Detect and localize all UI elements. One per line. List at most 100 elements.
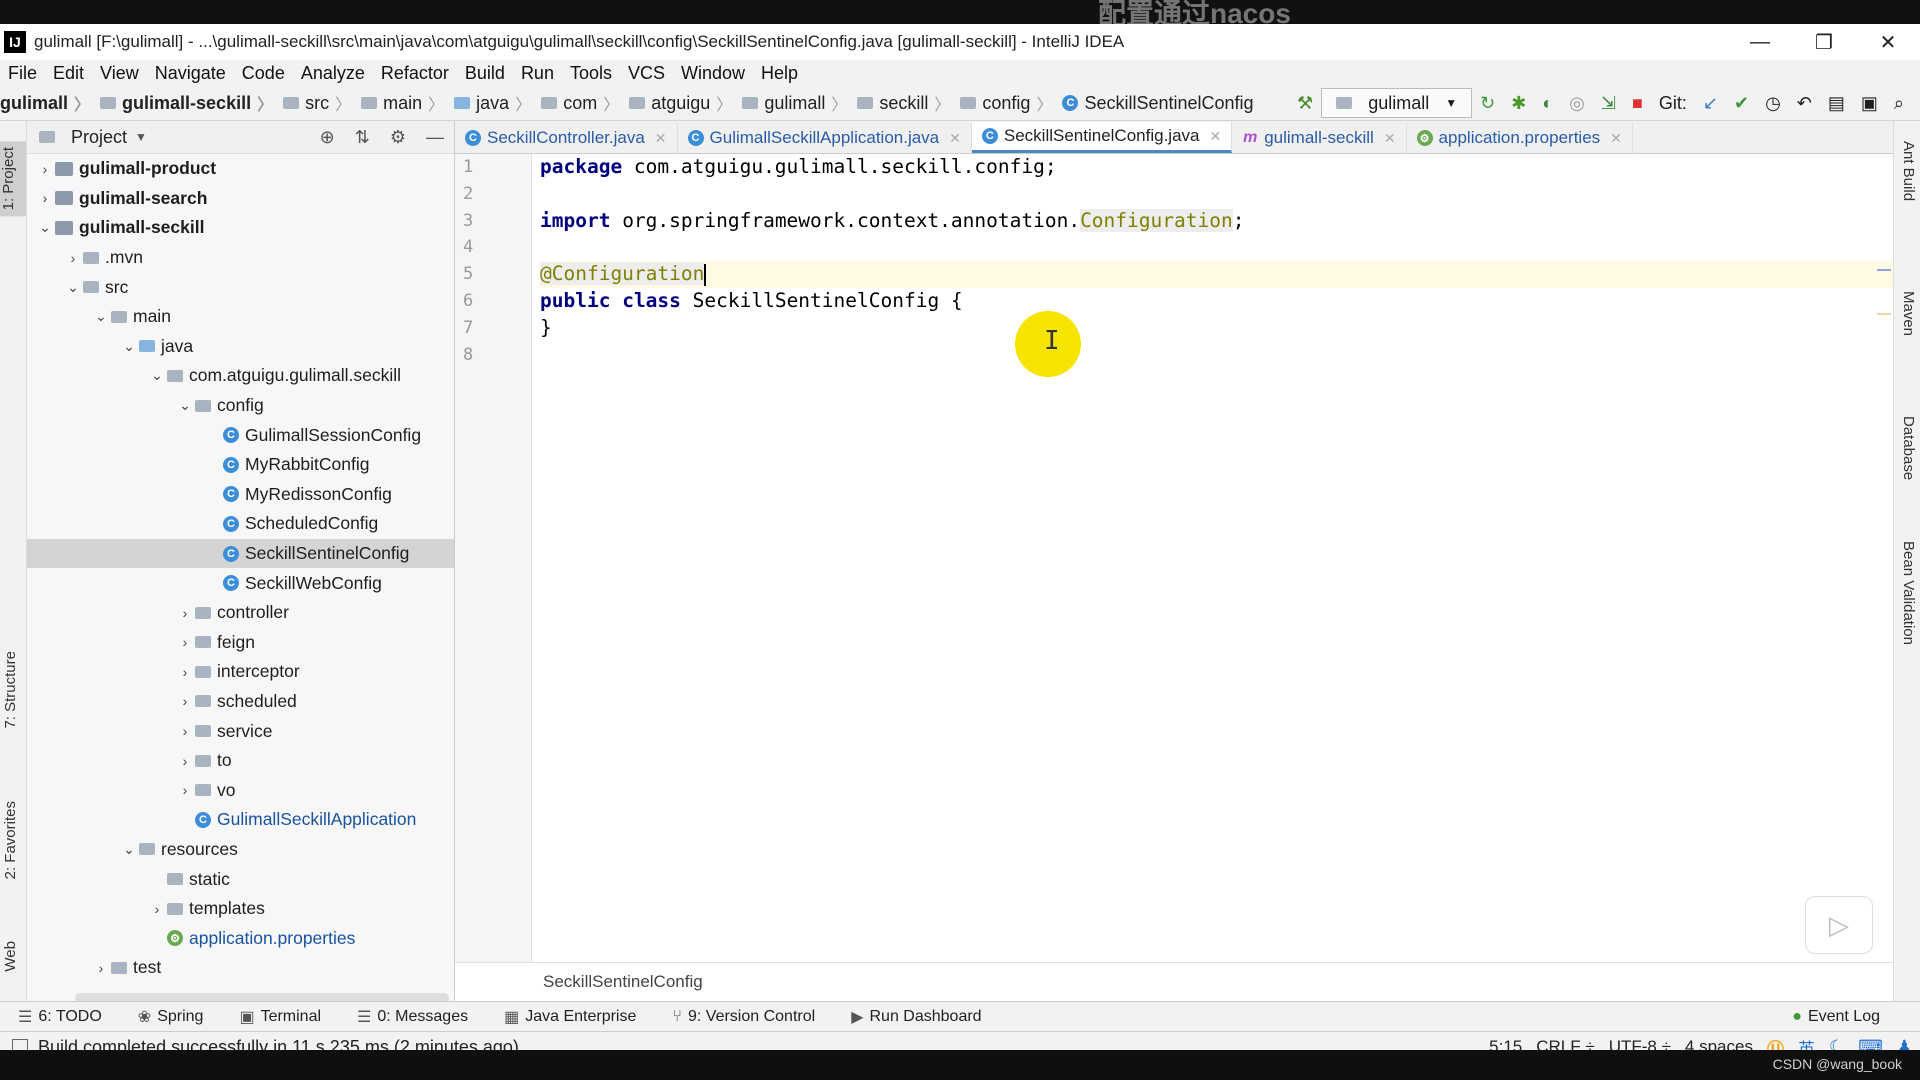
tree-item[interactable]: C MyRabbitConfig bbox=[27, 450, 454, 480]
git-rollback-icon[interactable]: ↶ bbox=[1797, 93, 1812, 114]
locate-icon[interactable]: ⊕ bbox=[320, 127, 335, 148]
tree-item[interactable]: ⌄ java bbox=[27, 332, 454, 362]
chevron-right-icon[interactable]: › bbox=[175, 605, 195, 621]
menu-help[interactable]: Help bbox=[761, 63, 798, 84]
ant-build-tool-tab[interactable]: Ant Build bbox=[1900, 141, 1917, 201]
web-tool-tab[interactable]: Web bbox=[2, 941, 19, 972]
chevron-right-icon[interactable]: › bbox=[175, 634, 195, 650]
breadcrumb-class[interactable]: C SeckillSentinelConfig bbox=[1062, 93, 1254, 114]
editor-tab[interactable]: ⚙ application.properties ✕ bbox=[1407, 123, 1633, 153]
stop-icon[interactable]: ■ bbox=[1632, 93, 1643, 114]
tree-item[interactable]: › test bbox=[27, 953, 454, 983]
menu-navigate[interactable]: Navigate bbox=[155, 63, 226, 84]
project-structure-icon[interactable]: ▤ bbox=[1828, 93, 1845, 114]
hide-panel-icon[interactable]: — bbox=[426, 127, 444, 148]
chevron-down-icon[interactable]: ⌄ bbox=[91, 308, 111, 325]
project-view-select[interactable]: Project bbox=[71, 127, 127, 148]
code-editor[interactable]: package com.atguigu.gulimall.seckill.con… bbox=[540, 154, 1893, 368]
restore-button[interactable]: ❐ bbox=[1792, 24, 1856, 60]
tree-item[interactable]: C ScheduledConfig bbox=[27, 509, 454, 539]
close-tab-icon[interactable]: ✕ bbox=[1610, 130, 1622, 147]
editor-tab[interactable]: C GulimallSeckillApplication.java ✕ bbox=[678, 123, 972, 153]
debug-icon[interactable]: ✱ bbox=[1511, 93, 1526, 114]
tool-window-button[interactable]: ⑂ 9: Version Control bbox=[672, 1008, 815, 1026]
profile-icon[interactable]: ◎ bbox=[1569, 93, 1585, 114]
presentation-icon[interactable]: ▣ bbox=[1861, 93, 1878, 114]
close-tab-icon[interactable]: ✕ bbox=[1209, 128, 1221, 145]
floating-play-icon[interactable]: ▷ bbox=[1805, 896, 1873, 954]
breadcrumb-project[interactable]: gulimall 〉 bbox=[0, 91, 96, 115]
chevron-down-icon[interactable]: ⌄ bbox=[35, 219, 55, 236]
chevron-right-icon[interactable]: › bbox=[175, 723, 195, 739]
chevron-right-icon[interactable]: › bbox=[175, 693, 195, 709]
chevron-right-icon[interactable]: › bbox=[147, 901, 167, 917]
chevron-right-icon[interactable]: › bbox=[175, 782, 195, 798]
breadcrumb-java[interactable]: java 〉 bbox=[454, 91, 537, 115]
attach-debugger-icon[interactable]: ⇲ bbox=[1601, 93, 1616, 114]
tool-window-button[interactable]: ❀ Spring bbox=[138, 1007, 204, 1027]
tool-window-button[interactable]: ▦ Java Enterprise bbox=[504, 1007, 636, 1027]
tree-item[interactable]: static bbox=[27, 864, 454, 894]
chevron-right-icon[interactable]: › bbox=[35, 190, 55, 206]
tree-item[interactable]: C SeckillSentinelConfig bbox=[27, 538, 454, 569]
tool-window-button[interactable]: ▣ Terminal bbox=[239, 1007, 321, 1027]
menu-file[interactable]: File bbox=[8, 63, 37, 84]
close-tab-icon[interactable]: ✕ bbox=[655, 130, 667, 147]
editor-tab[interactable]: C SeckillController.java ✕ bbox=[455, 123, 678, 153]
menu-tools[interactable]: Tools bbox=[570, 63, 612, 84]
chevron-down-icon[interactable]: ⌄ bbox=[119, 841, 139, 858]
close-button[interactable]: ✕ bbox=[1856, 24, 1920, 60]
chevron-right-icon[interactable]: › bbox=[91, 960, 111, 976]
editor-tab[interactable]: C SeckillSentinelConfig.java ✕ bbox=[971, 122, 1233, 153]
chevron-down-icon[interactable]: ⌄ bbox=[119, 338, 139, 355]
tree-item[interactable]: › scheduled bbox=[27, 687, 454, 717]
menu-code[interactable]: Code bbox=[242, 63, 285, 84]
tool-window-button[interactable]: ☰ 0: Messages bbox=[357, 1007, 468, 1027]
tree-item[interactable]: ⌄ src bbox=[27, 272, 454, 302]
breadcrumb-module[interactable]: gulimall-seckill 〉 bbox=[100, 91, 279, 115]
menu-run[interactable]: Run bbox=[521, 63, 554, 84]
tree-item[interactable]: › feign bbox=[27, 628, 454, 658]
tree-item[interactable]: ⌄ resources bbox=[27, 835, 454, 865]
tree-item[interactable]: › gulimall-product bbox=[27, 154, 454, 184]
tool-window-button[interactable]: ▶ Run Dashboard bbox=[851, 1007, 981, 1027]
maven-tool-tab[interactable]: Maven bbox=[1900, 291, 1917, 336]
tree-item[interactable]: › vo bbox=[27, 775, 454, 805]
chevron-right-icon[interactable]: › bbox=[175, 753, 195, 769]
tree-item[interactable]: › gulimall-search bbox=[27, 184, 454, 214]
chevron-down-icon[interactable]: ⌄ bbox=[147, 367, 167, 384]
menu-analyze[interactable]: Analyze bbox=[301, 63, 365, 84]
tree-item[interactable]: › service bbox=[27, 716, 454, 746]
gear-icon[interactable]: ⚙ bbox=[390, 127, 406, 148]
search-everywhere-icon[interactable]: ⌕ bbox=[1894, 93, 1904, 114]
tree-item[interactable]: ⌄ gulimall-seckill bbox=[27, 213, 454, 243]
tree-item[interactable]: › controller bbox=[27, 598, 454, 628]
project-tool-tab[interactable]: 1: Project bbox=[0, 141, 26, 217]
git-history-icon[interactable]: ◷ bbox=[1765, 93, 1781, 114]
tree-item[interactable]: › to bbox=[27, 746, 454, 776]
chevron-down-icon[interactable]: ⌄ bbox=[175, 397, 195, 414]
chevron-right-icon[interactable]: › bbox=[35, 161, 55, 177]
breadcrumb-atguigu[interactable]: atguigu 〉 bbox=[629, 91, 738, 115]
close-tab-icon[interactable]: ✕ bbox=[949, 130, 961, 147]
menu-vcs[interactable]: VCS bbox=[628, 63, 665, 84]
tree-item[interactable]: ⌄ main bbox=[27, 302, 454, 332]
coverage-icon[interactable]: ◐ bbox=[1542, 93, 1553, 114]
rerun-icon[interactable]: ↻ bbox=[1480, 93, 1495, 114]
close-tab-icon[interactable]: ✕ bbox=[1384, 130, 1396, 147]
tree-item[interactable]: ⌄ config bbox=[27, 391, 454, 421]
menu-window[interactable]: Window bbox=[681, 63, 745, 84]
chevron-right-icon[interactable]: › bbox=[175, 664, 195, 680]
favorites-tool-tab[interactable]: 2: Favorites bbox=[2, 801, 19, 879]
build-hammer-icon[interactable]: ⚒ bbox=[1297, 93, 1313, 114]
bean-validation-tool-tab[interactable]: Bean Validation bbox=[1900, 541, 1917, 645]
event-log-button[interactable]: ● Event Log bbox=[1792, 1008, 1880, 1026]
minimize-button[interactable]: — bbox=[1728, 24, 1792, 60]
database-tool-tab[interactable]: Database bbox=[1900, 416, 1917, 480]
tree-item[interactable]: C GulimallSeckillApplication bbox=[27, 805, 454, 835]
tree-item[interactable]: › templates bbox=[27, 894, 454, 924]
git-commit-icon[interactable]: ✔ bbox=[1734, 93, 1749, 114]
tree-item[interactable]: C SeckillWebConfig bbox=[27, 568, 454, 598]
menu-view[interactable]: View bbox=[100, 63, 139, 84]
menu-refactor[interactable]: Refactor bbox=[381, 63, 449, 84]
